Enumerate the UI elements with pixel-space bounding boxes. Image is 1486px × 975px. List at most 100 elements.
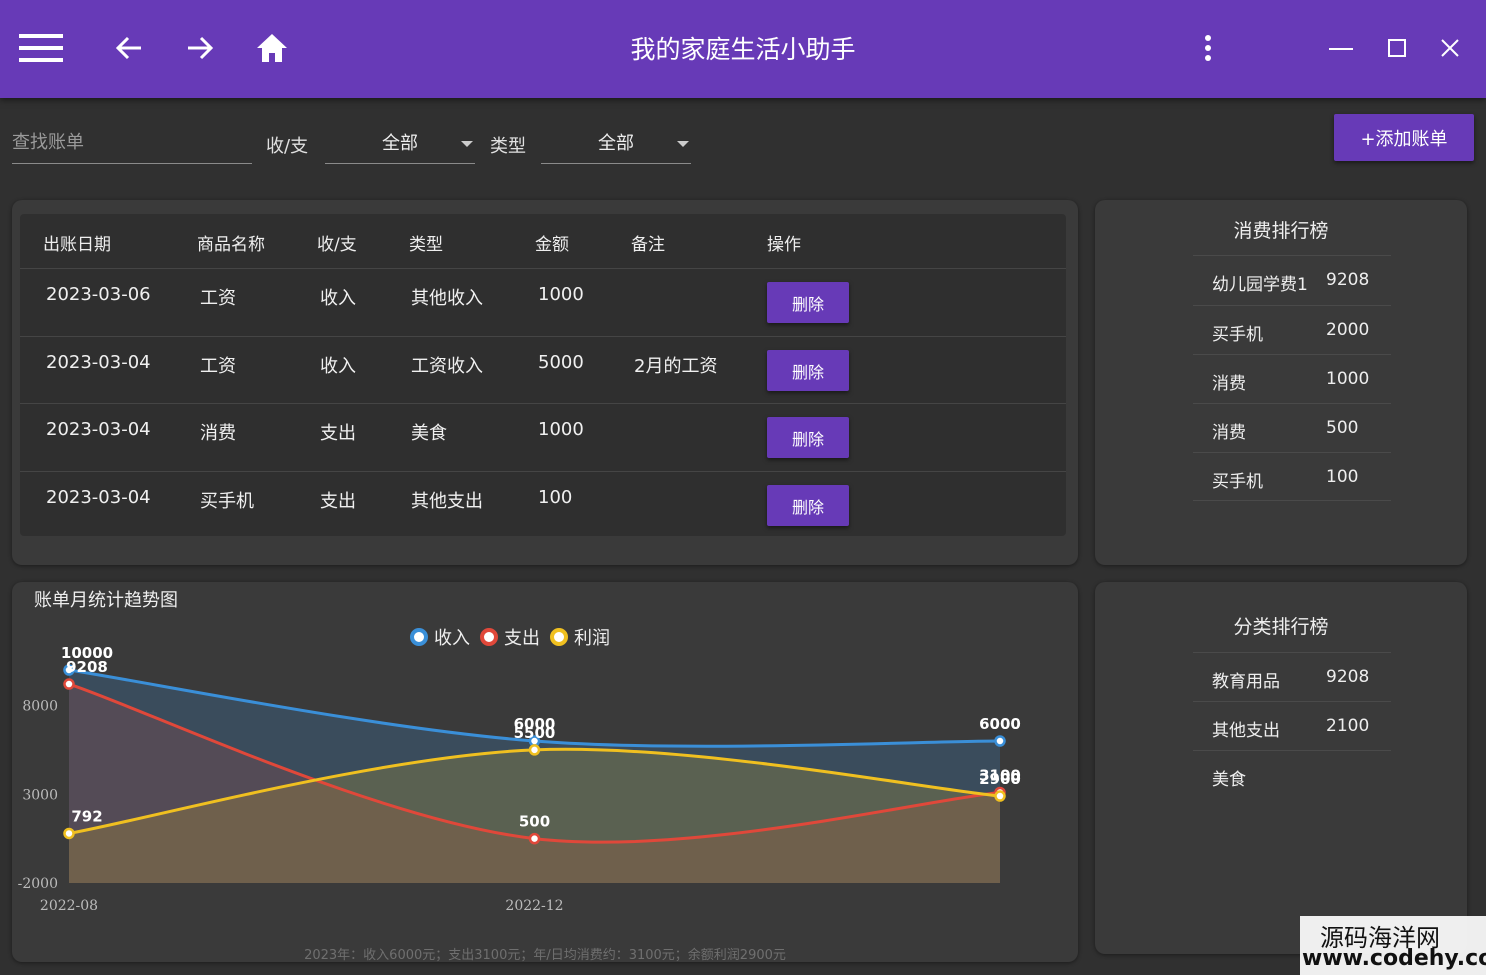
spend-rank-card: 消费排行榜 幼儿园学费1 9208 买手机 2000 消费 1000 消费 50… bbox=[1095, 200, 1467, 565]
delete-button[interactable]: 删除 bbox=[767, 417, 849, 458]
maximize-icon[interactable] bbox=[1373, 24, 1421, 72]
rank-item-name: 买手机 bbox=[1212, 325, 1263, 345]
cell-name: 消费 bbox=[200, 423, 236, 444]
type-select-value: 全部 bbox=[598, 133, 634, 154]
back-arrow-icon[interactable] bbox=[105, 24, 153, 72]
x-tick-label: 2022-08 bbox=[40, 898, 98, 914]
rank-item-value: 9208 bbox=[1326, 667, 1370, 687]
chevron-down-icon bbox=[677, 141, 689, 147]
rank-item-value: 2000 bbox=[1326, 320, 1370, 340]
watermark-url: www.codehy.com bbox=[1302, 946, 1486, 971]
data-point bbox=[528, 744, 541, 756]
rank-item-value: 100 bbox=[1326, 467, 1359, 487]
rank-item-name: 买手机 bbox=[1212, 472, 1263, 492]
forward-arrow-icon[interactable] bbox=[176, 24, 224, 72]
rank-item-value: 500 bbox=[1326, 418, 1359, 438]
app-title: 我的家庭生活小助手 bbox=[630, 35, 856, 64]
cell-date: 2023-03-06 bbox=[46, 284, 151, 305]
cell-direction: 收入 bbox=[320, 356, 356, 377]
cell-amount: 1000 bbox=[538, 284, 584, 305]
column-header: 类型 bbox=[409, 235, 443, 255]
search-field bbox=[12, 122, 252, 164]
data-label: 5500 bbox=[514, 724, 556, 742]
list-item: 消费 1000 bbox=[1193, 354, 1391, 403]
cell-type: 其他收入 bbox=[411, 288, 483, 309]
rank-item-value: 2100 bbox=[1326, 716, 1370, 736]
more-vertical-icon[interactable] bbox=[1184, 24, 1232, 72]
column-header: 金额 bbox=[535, 235, 569, 255]
y-tick-label: 3000 bbox=[22, 787, 58, 803]
home-icon[interactable] bbox=[248, 24, 296, 72]
menu-icon[interactable] bbox=[17, 24, 65, 72]
direction-label: 收/支 bbox=[266, 136, 309, 157]
rank-item-value: 9208 bbox=[1326, 270, 1370, 290]
cell-direction: 支出 bbox=[320, 423, 356, 444]
rank-item-name: 教育用品 bbox=[1212, 672, 1280, 692]
category-rank-title: 分类排行榜 bbox=[1233, 616, 1329, 638]
cell-type: 美食 bbox=[411, 423, 447, 444]
data-point bbox=[994, 790, 1006, 802]
rank-item-name: 消费 bbox=[1212, 423, 1246, 443]
list-item: 消费 500 bbox=[1193, 403, 1391, 452]
cell-date: 2023-03-04 bbox=[46, 352, 151, 373]
minimize-icon[interactable] bbox=[1317, 24, 1365, 72]
cell-name: 工资 bbox=[200, 288, 236, 309]
y-tick-label: 8000 bbox=[22, 699, 58, 715]
data-point bbox=[528, 832, 541, 845]
direction-select[interactable]: 全部 bbox=[325, 122, 475, 164]
cell-name: 工资 bbox=[200, 356, 236, 377]
cell-amount: 5000 bbox=[538, 352, 584, 373]
type-label: 类型 bbox=[490, 136, 526, 157]
column-header: 操作 bbox=[767, 235, 801, 255]
data-point bbox=[63, 827, 75, 840]
rank-item-name: 消费 bbox=[1212, 374, 1246, 394]
rank-item-name: 幼儿园学费1 bbox=[1212, 275, 1308, 295]
rank-item-name: 美食 bbox=[1212, 770, 1246, 790]
cell-direction: 收入 bbox=[320, 288, 356, 309]
rank-item-name: 其他支出 bbox=[1212, 721, 1280, 741]
chevron-down-icon bbox=[461, 141, 473, 147]
column-header: 商品名称 bbox=[197, 235, 265, 255]
add-bill-button[interactable]: +添加账单 bbox=[1334, 114, 1474, 161]
list-item: 买手机 100 bbox=[1193, 452, 1391, 501]
bill-table: 出账日期 商品名称 收/支 类型 金额 备注 操作 2023-03-06 工资 … bbox=[20, 214, 1066, 536]
column-header: 备注 bbox=[631, 235, 665, 255]
delete-button[interactable]: 删除 bbox=[767, 485, 849, 526]
list-item: 幼儿园学费1 9208 bbox=[1193, 255, 1391, 304]
column-header: 收/支 bbox=[317, 235, 357, 255]
spend-rank-title: 消费排行榜 bbox=[1233, 220, 1329, 242]
column-header: 出账日期 bbox=[43, 235, 111, 255]
cell-amount: 1000 bbox=[538, 419, 584, 440]
trend-chart-card: 账单月统计趋势图 收入 支出 利润 8000 3000 -2000 2022-08 20… bbox=[12, 582, 1078, 963]
data-point bbox=[63, 678, 75, 690]
y-tick-label: -2000 bbox=[18, 876, 58, 892]
cell-date: 2023-03-04 bbox=[46, 419, 151, 440]
table-row: 2023-03-04 消费 支出 美食 1000 删除 bbox=[20, 403, 1066, 471]
cell-name: 买手机 bbox=[200, 491, 254, 512]
trend-chart: 80003000-20002022-08 2022-12100006000 6000… bbox=[18, 644, 1021, 914]
list-item: 买手机 2000 bbox=[1193, 305, 1391, 354]
rank-item-value: 1000 bbox=[1326, 369, 1370, 389]
cell-type: 其他支出 bbox=[411, 491, 483, 512]
category-rank-card: 分类排行榜 教育用品 9208 其他支出 2100 美食 bbox=[1095, 582, 1467, 954]
data-label: 6000 bbox=[979, 715, 1021, 733]
chart-summary: 2023年：收入6000元；支出3100元；年/日均消费约：3100元；余额利润… bbox=[304, 948, 786, 963]
data-label: 2900 bbox=[979, 770, 1021, 788]
delete-button[interactable]: 删除 bbox=[767, 350, 849, 391]
direction-select-value: 全部 bbox=[382, 133, 418, 154]
search-input[interactable] bbox=[12, 122, 252, 163]
table-row: 2023-03-04 工资 收入 工资收入 5000 2月的工资 删除 bbox=[20, 336, 1066, 404]
bill-table-card: 出账日期 商品名称 收/支 类型 金额 备注 操作 2023-03-06 工资 … bbox=[12, 200, 1078, 565]
table-row: 2023-03-04 买手机 支出 其他支出 100 删除 bbox=[20, 471, 1066, 539]
cell-direction: 支出 bbox=[320, 491, 356, 512]
data-point bbox=[994, 735, 1006, 747]
delete-button[interactable]: 删除 bbox=[767, 282, 849, 323]
cell-date: 2023-03-04 bbox=[46, 487, 151, 508]
data-label: 792 bbox=[71, 807, 102, 825]
list-item: 美食 bbox=[1193, 750, 1391, 799]
list-item: 教育用品 9208 bbox=[1193, 652, 1391, 701]
type-select[interactable]: 全部 bbox=[541, 122, 691, 164]
close-icon[interactable] bbox=[1426, 24, 1474, 72]
title-bar: 我的家庭生活小助手 bbox=[0, 0, 1486, 98]
cell-amount: 100 bbox=[538, 487, 573, 508]
